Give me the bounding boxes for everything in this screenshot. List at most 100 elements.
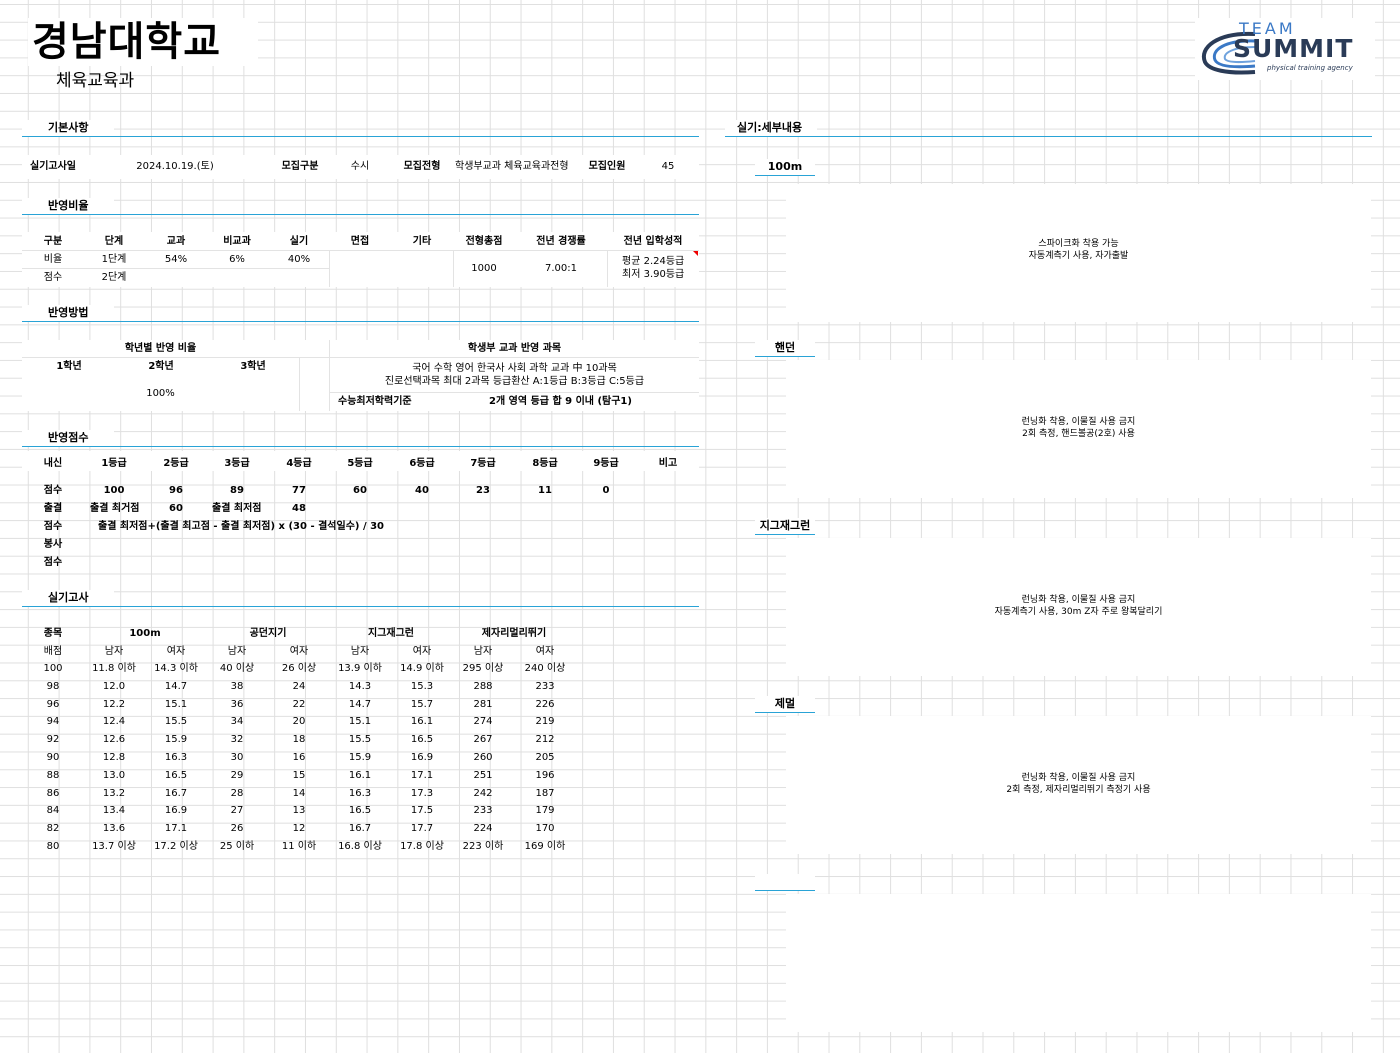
practical-cell: 14.3	[348, 680, 372, 692]
detail-box-empty	[786, 894, 1371, 1032]
practical-cell: 179	[535, 805, 555, 817]
ratio-header-cell: 기타	[412, 236, 432, 247]
practical-cell: 15.5	[164, 716, 188, 728]
practical-cell: 16.1	[348, 769, 372, 781]
score-header-cell: 3등급	[224, 458, 250, 469]
practical-cell: 30	[230, 752, 244, 763]
practical-cell: 14.9 이하	[400, 663, 444, 674]
score-cell: 100	[103, 485, 125, 496]
service-label: 봉사	[43, 539, 63, 550]
practical-cell: 26	[230, 823, 244, 835]
practical-cell: 187	[535, 787, 555, 799]
detail-box-100m: 스파이크화 착용 가능 자동계측기 사용, 자가출발	[786, 184, 1371, 322]
male-label: 남자	[350, 646, 370, 657]
practical-cell: 13.6	[102, 823, 126, 835]
grade-ratio-title: 학년별 반영 비율	[124, 343, 197, 354]
practical-cell: 212	[535, 734, 555, 746]
practical-cell: 12.8	[102, 752, 126, 763]
score-header-cell: 5등급	[347, 458, 373, 469]
ratio-header-cell: 단계	[104, 236, 124, 247]
practical-cell: 82	[46, 823, 60, 835]
category-label: 모집구분	[281, 161, 319, 172]
practical-cell: 94	[46, 716, 60, 728]
practical-cell: 15.7	[410, 698, 434, 710]
divider	[299, 357, 300, 411]
female-label: 여자	[166, 646, 186, 657]
score-header-cell: 9등급	[593, 458, 619, 469]
practical-cell: 34	[230, 716, 244, 728]
practical-cell: 224	[473, 823, 493, 835]
detail-line-2: 자동계측기 사용, 자가출발	[1028, 251, 1129, 261]
score-cell: 점수	[43, 485, 63, 496]
section-ratio: 반영비율	[22, 198, 114, 215]
practical-cell: 17.3	[410, 787, 434, 799]
female-label: 여자	[289, 646, 309, 657]
practical-cell: 11 이하	[281, 841, 317, 852]
practical-cell: 18	[292, 734, 306, 746]
practical-cell: 16.5	[348, 805, 372, 817]
ratio-header-cell: 비교과	[223, 236, 251, 247]
divider	[114, 214, 699, 215]
ratio-cell: 점수	[43, 272, 63, 283]
score-cell: 40	[415, 485, 429, 496]
practical-cell: 288	[473, 680, 493, 692]
score-cell: 96	[169, 485, 183, 496]
ratio-header-cell: 전형총점	[465, 236, 503, 247]
practical-cell: 16	[292, 752, 306, 763]
competition-rate: 7.00:1	[545, 263, 577, 274]
practical-cell: 15	[292, 769, 306, 781]
practical-cell: 40 이상	[219, 663, 255, 674]
ratio-cell: 40%	[287, 254, 311, 265]
ratio-cell: 6%	[229, 254, 245, 265]
practical-cell: 17.7	[410, 823, 434, 835]
practical-cell: 240 이상	[524, 663, 566, 674]
practical-cell: 24	[292, 680, 306, 692]
event-long-jump: 제자리멀리뛰기	[481, 628, 547, 639]
practical-cell: 17.2 이상	[154, 841, 198, 852]
practical-cell: 16.9	[164, 805, 188, 817]
event-label: 종목	[43, 628, 63, 639]
score-cell: 77	[292, 485, 306, 496]
divider	[329, 250, 330, 287]
score-cell: 0	[602, 485, 610, 496]
practical-cell: 14.3 이하	[154, 663, 198, 674]
practical-cell: 13.0	[102, 769, 126, 781]
detail-title-100m: 100m	[755, 159, 815, 176]
exam-date-value: 2024.10.19.(토)	[136, 161, 214, 172]
school-title: 경남대학교	[32, 19, 221, 65]
attendance-formula: 출결 최저점+(출결 최고점 - 출결 최저점) x (30 - 결석일수) /…	[98, 521, 384, 532]
section-practical: 실기고사	[22, 590, 114, 607]
practical-cell: 281	[473, 698, 493, 710]
comment-marker-icon[interactable]	[693, 251, 698, 256]
csat-value: 2개 영역 등급 합 9 이내 (탐구1)	[489, 396, 632, 407]
practical-cell: 16.3	[348, 787, 372, 799]
male-label: 남자	[227, 646, 247, 657]
practical-cell: 92	[46, 734, 60, 746]
grade-ratio-value: 100%	[146, 388, 175, 399]
detail-title-empty	[755, 874, 815, 891]
attendance-max-value: 60	[169, 503, 183, 514]
practical-cell: 88	[46, 769, 60, 781]
quota-label: 모집인원	[588, 161, 626, 172]
score-cell: 23	[476, 485, 490, 496]
score-header-cell: 4등급	[286, 458, 312, 469]
practical-cell: 25 이하	[219, 841, 255, 852]
practical-cell: 14	[292, 787, 306, 799]
practical-cell: 84	[46, 805, 60, 817]
male-label: 남자	[473, 646, 493, 657]
attendance-min-value: 48	[292, 503, 306, 514]
score-header-cell: 6등급	[409, 458, 435, 469]
grade-2-label: 2학년	[148, 361, 174, 372]
detail-box-zigzag: 런닝화 착용, 이물질 사용 금지 자동계측기 사용, 30m Z자 주로 왕복…	[786, 538, 1371, 676]
practical-cell: 16.3	[164, 752, 188, 763]
divider	[817, 136, 1372, 137]
detail-line-1: 런닝화 착용, 이물질 사용 금지	[1021, 595, 1136, 605]
divider	[22, 357, 699, 358]
logo-summit-text: SUMMIT	[1233, 34, 1354, 63]
practical-cell: 20	[292, 716, 306, 728]
practical-cell: 17.1	[410, 769, 434, 781]
practical-cell: 14.7	[348, 698, 372, 710]
ratio-header-cell: 전년 입학성적	[623, 236, 683, 247]
practical-cell: 15.9	[164, 734, 188, 746]
practical-cell: 12.0	[102, 680, 126, 692]
